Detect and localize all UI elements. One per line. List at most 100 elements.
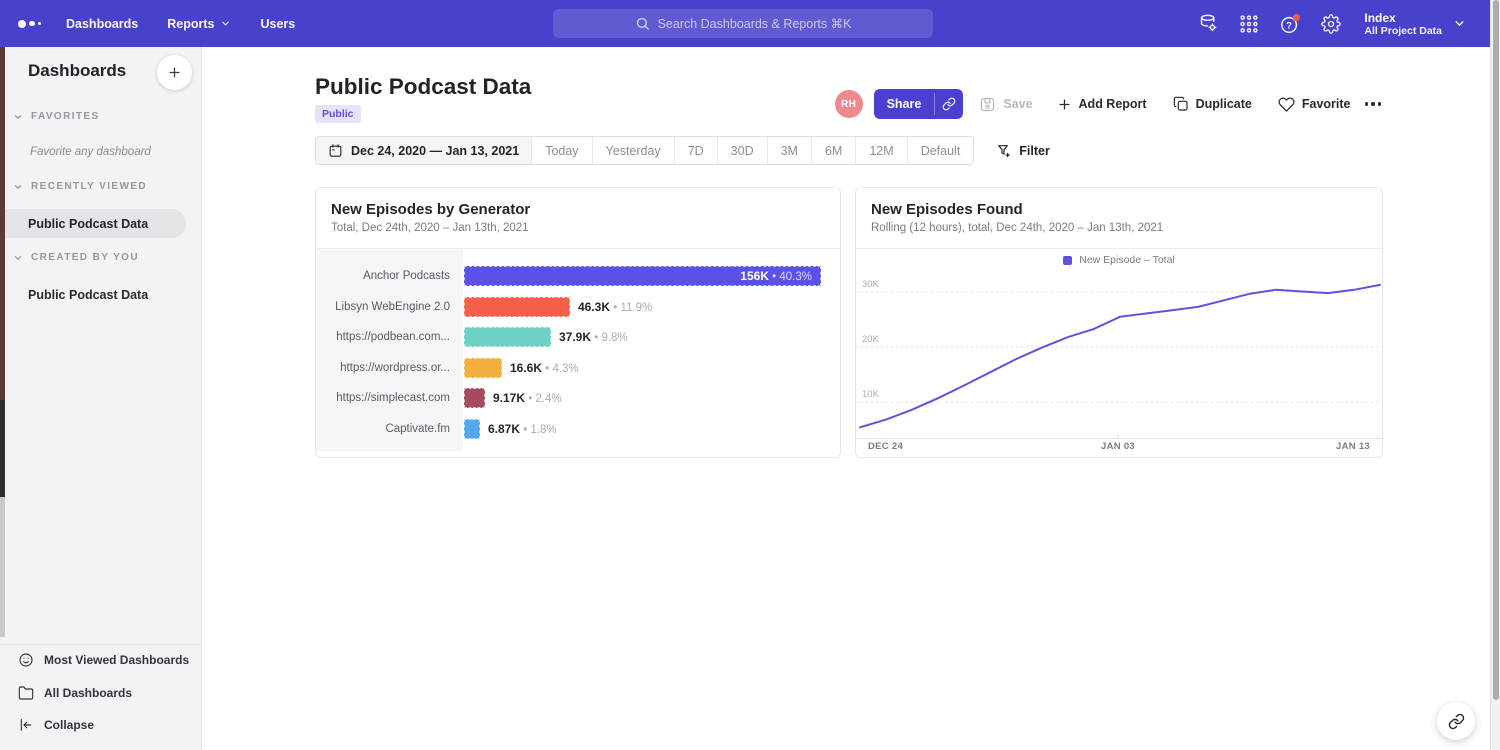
nav-reports-label: Reports — [167, 17, 214, 31]
share-link-icon[interactable] — [935, 89, 963, 119]
date-preset-7d[interactable]: 7D — [674, 137, 717, 164]
date-preset-30d[interactable]: 30D — [717, 137, 767, 164]
bar-track: 9.17K • 2.4% — [463, 388, 840, 408]
most-viewed-dashboards-button[interactable]: Most Viewed Dashboards — [18, 652, 189, 668]
line-series[interactable] — [860, 285, 1380, 427]
overflow-menu-button[interactable] — [1363, 98, 1384, 110]
sidebar-section-favorites[interactable]: FAVORITES — [13, 111, 100, 122]
search-icon — [635, 16, 650, 31]
bar-segment[interactable] — [464, 419, 480, 439]
heart-icon — [1278, 96, 1295, 113]
all-dashboards-button[interactable]: All Dashboards — [18, 685, 132, 701]
bar-value-label: 9.17K • 2.4% — [493, 391, 562, 405]
nav-reports[interactable]: Reports — [167, 17, 231, 31]
date-preset-12m[interactable]: 12M — [855, 137, 906, 164]
scrollbar-thumb[interactable] — [1493, 0, 1499, 700]
public-badge: Public — [315, 105, 361, 123]
date-preset-yesterday[interactable]: Yesterday — [592, 137, 674, 164]
date-preset-default[interactable]: Default — [907, 137, 974, 164]
nav-dashboards[interactable]: Dashboards — [66, 17, 138, 31]
apps-grid-icon[interactable] — [1238, 13, 1260, 35]
bar-segment[interactable] — [464, 297, 570, 317]
y-tick-label: 10K — [862, 389, 880, 400]
save-button[interactable]: Save — [979, 96, 1032, 113]
brand-logo-icon[interactable] — [18, 0, 41, 47]
bar-row: Libsyn WebEngine 2.046.3K • 11.9% — [316, 292, 840, 323]
folder-icon — [18, 685, 34, 701]
bar-segment[interactable] — [464, 388, 485, 408]
favorite-button[interactable]: Favorite — [1278, 96, 1351, 113]
date-preset-today[interactable]: Today — [531, 137, 591, 164]
sidebar-item-public-podcast-data-selected[interactable]: Public Podcast Data — [0, 209, 186, 238]
bar-segment[interactable]: 156K • 40.3% — [464, 266, 821, 286]
x-tick-start: DEC 24 — [868, 441, 903, 452]
bar-row: https://podbean.com...37.9K • 9.8% — [316, 322, 840, 353]
date-presets: TodayYesterday7D30D3M6M12MDefault — [531, 137, 973, 164]
add-report-button[interactable]: Add Report — [1057, 97, 1147, 112]
collapse-left-icon — [18, 717, 34, 733]
bar-segment[interactable] — [464, 327, 551, 347]
background-window-edge — [0, 47, 5, 750]
add-dashboard-button[interactable] — [157, 55, 192, 90]
bar-track: 16.6K • 4.3% — [463, 358, 840, 378]
sidebar-section-recently-viewed[interactable]: RECENTLY VIEWED — [13, 181, 147, 192]
date-range-box: Dec 24, 2020 — Jan 13, 2021 TodayYesterd… — [315, 136, 974, 165]
bar-chart-card: New Episodes by Generator Total, Dec 24t… — [315, 187, 841, 458]
calendar-icon — [328, 143, 343, 158]
avatar[interactable]: RH — [835, 90, 863, 118]
filter-funnel-icon — [996, 143, 1012, 159]
bar-row: https://wordpress.or...16.6K • 4.3% — [316, 353, 840, 384]
bar-value-label: 46.3K • 11.9% — [578, 300, 652, 314]
nav-users[interactable]: Users — [260, 17, 295, 31]
duplicate-icon — [1173, 96, 1189, 112]
chevron-down-icon — [13, 253, 23, 263]
bar-row: https://simplecast.com9.17K • 2.4% — [316, 383, 840, 414]
date-range-selector[interactable]: Dec 24, 2020 — Jan 13, 2021 — [316, 137, 531, 164]
x-tick-end: JAN 13 — [1336, 441, 1370, 452]
primary-nav: Dashboards Reports Users — [66, 0, 295, 47]
sidebar-item-public-podcast-data[interactable]: Public Podcast Data — [28, 288, 148, 302]
legend-label: New Episode – Total — [1079, 254, 1175, 266]
bar-category-label: https://podbean.com... — [316, 331, 463, 343]
sidebar-footer-divider — [0, 644, 201, 645]
bar-row: Anchor Podcasts156K • 40.3% — [316, 261, 840, 292]
workspace-selector[interactable]: Index All Project Data — [1364, 11, 1466, 37]
filter-button[interactable]: Filter — [996, 143, 1050, 159]
bar-category-label: Captivate.fm — [316, 423, 463, 435]
duplicate-button[interactable]: Duplicate — [1173, 96, 1252, 112]
notification-badge — [1293, 13, 1300, 20]
y-tick-label: 30K — [862, 279, 880, 290]
navbar-right-group: ? Index All Project Data — [1197, 0, 1466, 47]
plus-icon — [1057, 97, 1072, 112]
settings-icon[interactable] — [1320, 13, 1342, 35]
help-icon[interactable]: ? — [1279, 13, 1301, 35]
bar-chart-title: New Episodes by Generator — [331, 201, 825, 218]
app-screen: Dashboards Reports Users Search Dashboar… — [0, 0, 1500, 750]
y-tick-label: 20K — [862, 334, 880, 345]
bar-segment[interactable] — [464, 358, 502, 378]
share-button-label: Share — [874, 89, 935, 119]
bar-chart-subtitle: Total, Dec 24th, 2020 – Jan 13th, 2021 — [331, 222, 825, 234]
line-chart-header: New Episodes Found Rolling (12 hours), t… — [856, 188, 1382, 249]
x-axis-labels: DEC 24 JAN 03 JAN 13 — [856, 441, 1382, 455]
data-sources-icon[interactable] — [1197, 13, 1219, 35]
smiley-icon — [18, 652, 34, 668]
bar-category-label: https://wordpress.or... — [316, 362, 463, 374]
line-chart-plot: 30K 20K 10K DEC 24 JAN 03 JAN 13 — [856, 273, 1382, 455]
sidebar-title: Dashboards — [28, 61, 126, 81]
line-chart-svg: 30K 20K 10K — [856, 273, 1382, 439]
svg-text:?: ? — [1287, 20, 1293, 31]
chevron-down-icon — [1453, 17, 1466, 30]
link-icon — [1448, 713, 1465, 730]
search-placeholder: Search Dashboards & Reports ⌘K — [658, 16, 852, 31]
line-chart-title: New Episodes Found — [871, 201, 1367, 218]
date-preset-3m[interactable]: 3M — [767, 137, 811, 164]
chevron-down-icon — [13, 182, 23, 192]
chart-legend[interactable]: New Episode – Total — [856, 254, 1382, 266]
global-search-input[interactable]: Search Dashboards & Reports ⌘K — [553, 9, 933, 38]
collapse-sidebar-button[interactable]: Collapse — [18, 717, 94, 733]
sidebar-section-created-by-you[interactable]: CREATED BY YOU — [13, 252, 139, 263]
share-link-fab[interactable] — [1437, 702, 1475, 740]
date-preset-6m[interactable]: 6M — [811, 137, 855, 164]
share-button[interactable]: Share — [874, 89, 964, 119]
